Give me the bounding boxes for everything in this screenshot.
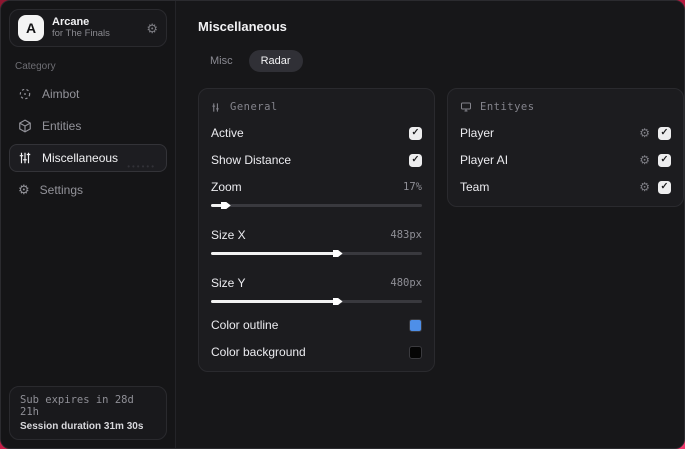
- entity-row-player-ai: Player AI ⚙ ✓: [460, 153, 671, 167]
- sidebar-item-entities[interactable]: Entities: [9, 112, 167, 140]
- toggle-row-active: Active ✓: [211, 126, 422, 140]
- crosshair-scan-icon: [18, 87, 32, 101]
- sub-expiry-text: Sub expires in 28d 21h: [20, 394, 134, 418]
- slider-label: Size Y: [211, 276, 246, 290]
- entities-card-title: Entityes: [480, 101, 535, 113]
- size-y-slider[interactable]: [211, 297, 422, 305]
- sidebar-item-label: Settings: [39, 183, 84, 197]
- slider-track: [211, 204, 422, 207]
- sidebar: A Arcane for The Finals ⚙ Category Aimbo…: [1, 1, 176, 448]
- monitor-icon: [460, 101, 472, 113]
- app-name: Arcane: [52, 16, 90, 29]
- entity-label: Team: [460, 180, 490, 194]
- gear-icon[interactable]: ⚙: [146, 22, 158, 35]
- sliders-icon: [18, 151, 32, 165]
- app-logo: A: [18, 15, 44, 41]
- tab-bar: Misc Radar: [198, 50, 684, 72]
- app-subtitle: for The Finals: [52, 27, 110, 39]
- color-label: Color background: [211, 345, 306, 359]
- sidebar-item-label: Miscellaneous: [42, 151, 119, 165]
- entity-label: Player: [460, 126, 495, 140]
- tab-radar[interactable]: Radar: [248, 50, 303, 72]
- toggle-row-show-distance: Show Distance ✓: [211, 153, 422, 167]
- subscription-card: Sub expires in 28d 21h Session duration …: [9, 386, 167, 440]
- slider-label: Size X: [211, 228, 246, 242]
- app-header-card: A Arcane for The Finals ⚙: [9, 9, 167, 47]
- sidebar-item-label: Entities: [42, 119, 82, 133]
- player-checkbox[interactable]: ✓: [658, 126, 671, 140]
- entities-card-header: Entityes: [460, 101, 671, 113]
- general-card: General Active ✓ Show Distance ✓ Zoom 17…: [198, 88, 435, 372]
- category-label: Category: [15, 61, 56, 72]
- gear-icon[interactable]: ⚙: [639, 154, 650, 166]
- slider-fill: [211, 300, 338, 303]
- outline-color-swatch[interactable]: [409, 318, 422, 332]
- cube-icon: [18, 119, 32, 133]
- sidebar-item-miscellaneous[interactable]: Miscellaneous ••••••: [9, 144, 167, 172]
- show-distance-checkbox[interactable]: ✓: [409, 153, 422, 167]
- dots-decoration: ••••••: [127, 162, 156, 171]
- color-label: Color outline: [211, 318, 279, 332]
- slider-fill: [211, 252, 338, 255]
- entity-row-team: Team ⚙ ✓: [460, 180, 671, 194]
- general-card-title: General: [230, 101, 278, 113]
- tab-misc[interactable]: Misc: [198, 50, 245, 72]
- app-meta: Arcane for The Finals: [52, 16, 110, 40]
- sidebar-item-label: Aimbot: [42, 87, 80, 101]
- toggle-label: Active: [211, 126, 244, 140]
- slider-row-size-x: Size X 483px: [211, 228, 422, 242]
- toggle-label: Show Distance: [211, 153, 292, 167]
- page-title: Miscellaneous: [198, 19, 287, 34]
- sidebar-nav: Aimbot Entities Miscellaneous •••••• ⚙ S…: [9, 80, 167, 204]
- slider-value: 17%: [403, 181, 422, 193]
- color-row-outline: Color outline: [211, 318, 422, 332]
- entities-card: Entityes Player ⚙ ✓ Player AI ⚙ ✓ Team ⚙…: [447, 88, 684, 207]
- slider-row-zoom: Zoom 17%: [211, 180, 422, 194]
- entity-row-player: Player ⚙ ✓: [460, 126, 671, 140]
- active-checkbox[interactable]: ✓: [409, 126, 422, 140]
- gear-icon: ⚙: [18, 182, 30, 197]
- color-row-background: Color background: [211, 345, 422, 359]
- app-window: A Arcane for The Finals ⚙ Category Aimbo…: [0, 0, 685, 449]
- sidebar-item-aimbot[interactable]: Aimbot: [9, 80, 167, 108]
- player-ai-checkbox[interactable]: ✓: [658, 153, 671, 167]
- gear-icon[interactable]: ⚙: [639, 127, 650, 139]
- team-checkbox[interactable]: ✓: [658, 180, 671, 194]
- gear-icon[interactable]: ⚙: [639, 181, 650, 193]
- slider-label: Zoom: [211, 180, 242, 194]
- slider-value: 480px: [390, 277, 422, 289]
- zoom-slider[interactable]: [211, 201, 422, 209]
- slider-row-size-y: Size Y 480px: [211, 276, 422, 290]
- sliders-icon: [211, 102, 222, 113]
- entity-label: Player AI: [460, 153, 509, 167]
- main-panel: Miscellaneous Misc Radar General Active: [176, 1, 684, 448]
- general-card-header: General: [211, 101, 422, 113]
- sidebar-item-settings[interactable]: ⚙ Settings: [9, 176, 167, 204]
- cards-row: General Active ✓ Show Distance ✓ Zoom 17…: [198, 88, 684, 372]
- slider-value: 483px: [390, 229, 422, 241]
- size-x-slider[interactable]: [211, 249, 422, 257]
- session-duration-text: Session duration 31m 30s: [20, 421, 144, 432]
- background-color-swatch[interactable]: [409, 345, 422, 359]
